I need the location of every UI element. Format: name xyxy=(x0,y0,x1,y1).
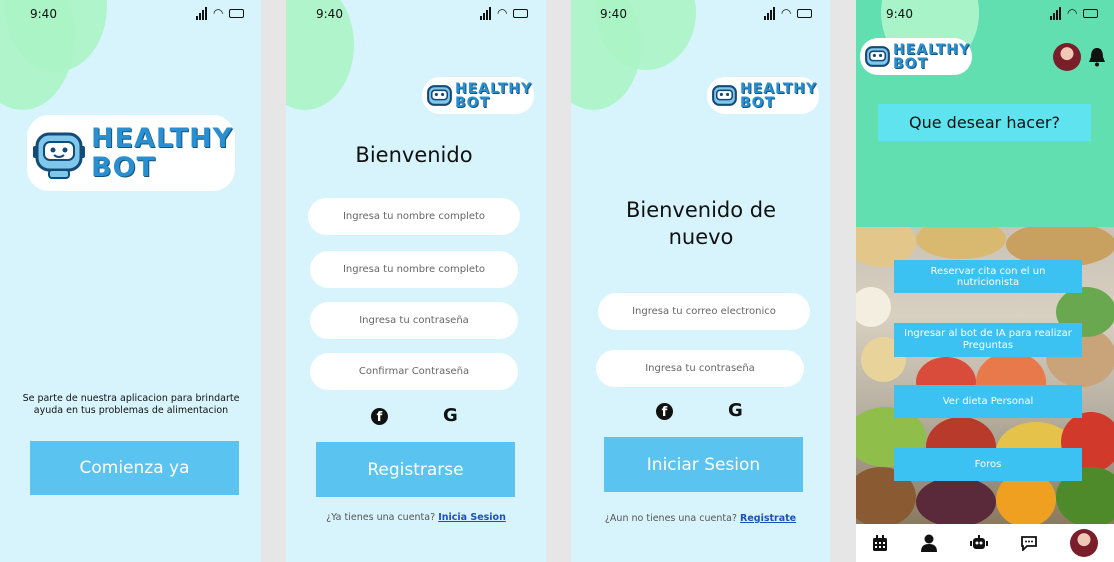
logo-text-healthy: HEALTHY xyxy=(893,41,971,58)
password-field[interactable]: Ingresa tu contraseña xyxy=(310,302,518,339)
battery-icon xyxy=(1083,8,1099,18)
register-prompt-text: ¿Aun no tienes una cuenta? xyxy=(604,513,737,524)
profile-avatar[interactable] xyxy=(1070,529,1098,557)
login-screen: 9:40 ◠ HEALTHY BOT Bienvenido de nuevo I… xyxy=(571,0,830,562)
battery-icon xyxy=(229,8,245,18)
facebook-icon[interactable]: f xyxy=(656,403,673,420)
login-prompt-text: ¿Ya tienes una cuenta? xyxy=(326,512,436,523)
robot-icon xyxy=(712,84,737,106)
ai-bot-button[interactable]: Ingresar al bot de IA para realizar Preg… xyxy=(894,323,1082,357)
user-icon[interactable] xyxy=(920,534,938,552)
app-logo: HEALTHY BOT xyxy=(707,77,819,114)
wifi-icon: ◠ xyxy=(497,6,508,20)
login-button[interactable]: Iniciar Sesion xyxy=(604,437,803,492)
fullname-field-2[interactable]: Ingresa tu nombre completo xyxy=(310,251,518,288)
forums-button[interactable]: Foros xyxy=(894,448,1082,481)
start-button[interactable]: Comienza ya xyxy=(30,441,239,495)
status-time: 9:40 xyxy=(30,7,57,21)
logo-text-healthy: HEALTHY xyxy=(455,80,533,97)
logo-text-bot: BOT xyxy=(893,55,929,72)
profile-avatar[interactable] xyxy=(1053,43,1081,71)
page-title: Bienvenido de nuevo xyxy=(625,198,777,249)
book-nutritionist-button[interactable]: Reservar cita con el un nutricionista xyxy=(894,260,1082,293)
app-logo: HEALTHY BOT xyxy=(422,77,534,114)
register-link[interactable]: Registrate xyxy=(740,513,796,524)
logo-text-healthy: HEALTHY xyxy=(740,80,818,97)
status-time: 9:40 xyxy=(316,7,343,21)
robot-icon xyxy=(865,45,890,67)
robot-icon xyxy=(33,132,85,179)
facebook-icon[interactable]: f xyxy=(371,408,388,425)
confirm-password-field[interactable]: Confirmar Contraseña xyxy=(310,353,518,390)
register-button[interactable]: Registrarse xyxy=(316,442,515,497)
question-banner: Que desear hacer? xyxy=(878,104,1091,141)
bell-icon[interactable] xyxy=(1088,47,1106,67)
tagline: Se parte de nuestra aplicacion para brin… xyxy=(22,393,240,416)
google-icon[interactable]: G xyxy=(443,405,458,426)
home-screen: 9:40 ◠ HEALTHY BOT Que desear hacer? Res… xyxy=(856,0,1114,562)
fullname-field[interactable]: Ingresa tu nombre completo xyxy=(308,198,520,235)
status-icons: ◠ xyxy=(196,6,245,20)
welcome-screen: 9:40 ◠ HEALTHY BOT Se parte de nuestra a… xyxy=(0,0,261,562)
login-link[interactable]: Inicia Sesion xyxy=(438,512,506,523)
logo-text-bot: BOT xyxy=(455,94,491,111)
status-icons: ◠ xyxy=(1050,6,1099,20)
login-prompt: ¿Ya tienes una cuenta? Inicia Sesion xyxy=(286,512,546,523)
calendar-icon[interactable] xyxy=(872,534,888,552)
status-time: 9:40 xyxy=(600,7,627,21)
signal-icon xyxy=(1050,6,1061,20)
bot-icon[interactable] xyxy=(970,535,988,551)
wifi-icon: ◠ xyxy=(1067,6,1078,20)
robot-icon xyxy=(427,84,452,106)
app-logo: HEALTHY BOT xyxy=(860,38,972,75)
wifi-icon: ◠ xyxy=(781,6,792,20)
logo-text-bot: BOT xyxy=(740,94,776,111)
password-field[interactable]: Ingresa tu contraseña xyxy=(596,350,804,387)
app-logo: HEALTHY BOT xyxy=(27,115,235,191)
register-screen: 9:40 ◠ HEALTHY BOT Bienvenido Ingresa tu… xyxy=(286,0,546,562)
register-prompt: ¿Aun no tienes una cuenta? Registrate xyxy=(571,513,830,524)
google-icon[interactable]: G xyxy=(728,400,743,421)
signal-icon xyxy=(196,6,207,20)
battery-icon xyxy=(513,8,529,18)
chat-icon[interactable] xyxy=(1020,535,1038,551)
status-icons: ◠ xyxy=(764,6,813,20)
wifi-icon: ◠ xyxy=(213,6,224,20)
logo-text-healthy: HEALTHY xyxy=(91,123,234,154)
logo-text-bot: BOT xyxy=(91,152,156,183)
email-field[interactable]: Ingresa tu correo electronico xyxy=(598,293,810,330)
status-icons: ◠ xyxy=(480,6,529,20)
page-title: Bienvenido xyxy=(355,143,473,167)
battery-icon xyxy=(797,8,813,18)
signal-icon xyxy=(764,6,775,20)
bottom-nav xyxy=(856,524,1114,562)
status-time: 9:40 xyxy=(886,7,913,21)
personal-diet-button[interactable]: Ver dieta Personal xyxy=(894,385,1082,418)
signal-icon xyxy=(480,6,491,20)
